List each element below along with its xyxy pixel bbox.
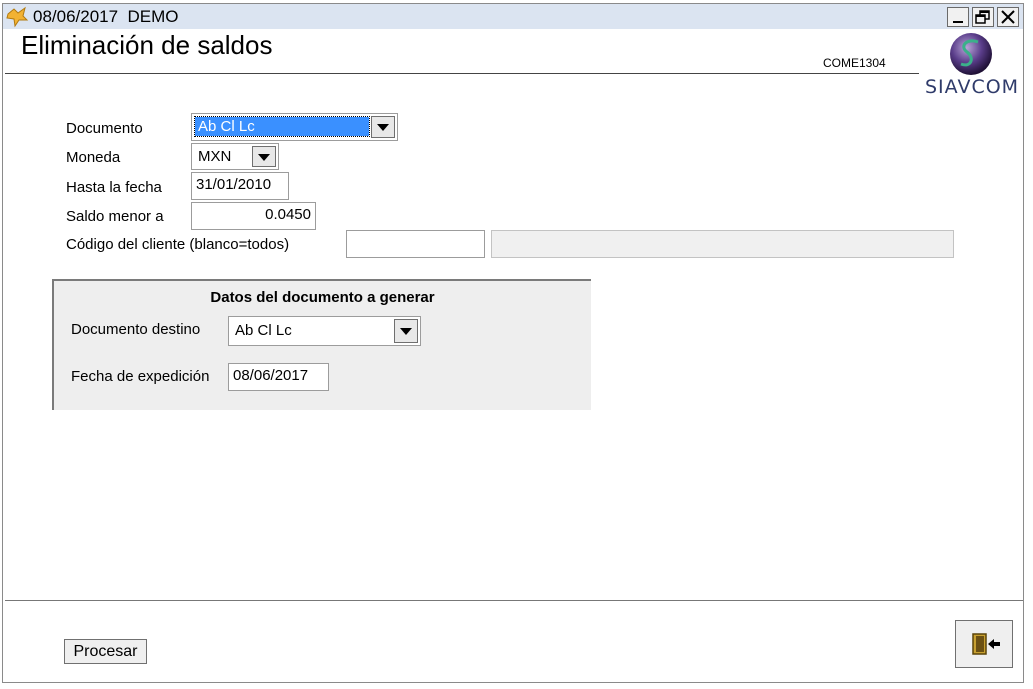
- exit-button[interactable]: [955, 620, 1013, 668]
- page-title: Eliminación de saldos: [21, 30, 273, 60]
- minimize-icon: [953, 21, 963, 23]
- close-icon: [1001, 10, 1015, 24]
- footer-divider: [5, 600, 1023, 601]
- fecha-expedicion-label: Fecha de expedición: [71, 368, 210, 385]
- documento-select[interactable]: Ab Cl Lc: [191, 113, 398, 141]
- restore-icon: [975, 10, 990, 24]
- saldo-menor-input[interactable]: 0.0450: [191, 202, 316, 230]
- documento-value: Ab Cl Lc: [194, 116, 370, 137]
- chevron-down-icon[interactable]: [371, 116, 395, 138]
- panel-title: Datos del documento a generar: [210, 289, 435, 306]
- app-window: 08/06/2017 DEMO Eliminación de saldos CO…: [2, 3, 1024, 683]
- minimize-button[interactable]: [947, 7, 969, 27]
- cliente-name-display: [491, 230, 954, 258]
- form-code: COME1304: [823, 56, 886, 70]
- moneda-select[interactable]: MXN: [191, 143, 279, 170]
- procesar-button[interactable]: Procesar: [64, 639, 147, 664]
- fecha-expedicion-input[interactable]: 08/06/2017: [228, 363, 329, 391]
- saldo-menor-label: Saldo menor a: [66, 208, 164, 225]
- documento-destino-value: Ab Cl Lc: [235, 322, 292, 339]
- moneda-label: Moneda: [66, 149, 121, 166]
- documento-destino-select[interactable]: Ab Cl Lc: [228, 316, 421, 346]
- siavcom-logo: SIAVCOM: [923, 32, 1020, 104]
- window-title: 08/06/2017 DEMO: [33, 7, 179, 26]
- moneda-value: MXN: [198, 148, 232, 165]
- app-icon: [6, 6, 29, 28]
- hasta-fecha-label: Hasta la fecha: [66, 179, 162, 196]
- chevron-down-icon[interactable]: [252, 146, 276, 167]
- close-button[interactable]: [997, 7, 1019, 27]
- codigo-cliente-label: Código del cliente (blanco=todos): [66, 236, 290, 253]
- exit-door-icon: [972, 633, 1000, 655]
- codigo-cliente-input[interactable]: [346, 230, 485, 258]
- logo-text: SIAVCOM: [925, 76, 1020, 98]
- restore-button[interactable]: [972, 7, 994, 27]
- title-bar[interactable]: 08/06/2017 DEMO: [3, 4, 1023, 29]
- header-divider: [5, 73, 919, 74]
- documento-destino-label: Documento destino: [71, 321, 201, 338]
- hasta-fecha-input[interactable]: 31/01/2010: [191, 172, 289, 200]
- datos-documento-panel: Datos del documento a generar Documento …: [52, 279, 591, 410]
- chevron-down-icon[interactable]: [394, 319, 418, 343]
- documento-label: Documento: [66, 120, 143, 137]
